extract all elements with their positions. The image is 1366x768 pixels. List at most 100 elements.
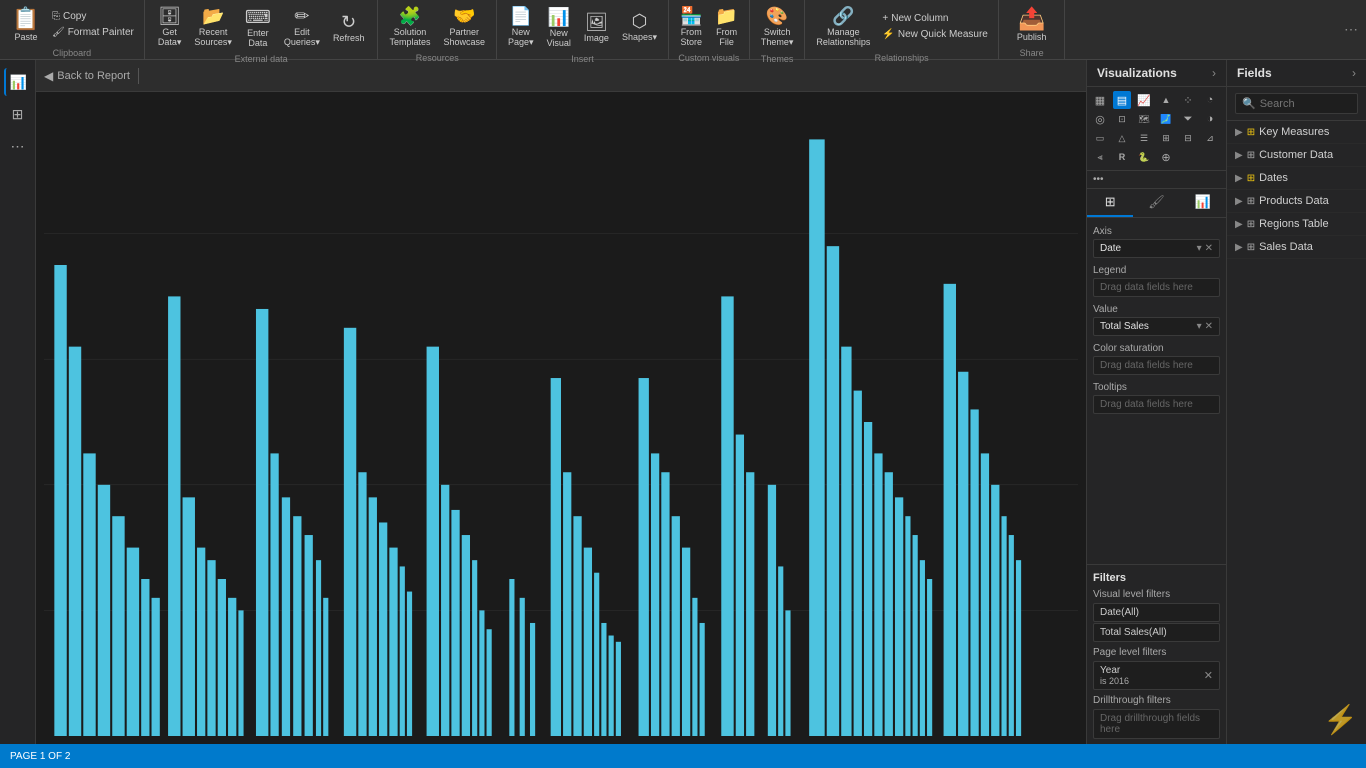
viz-analytics-tab[interactable]: 📊 [1180,189,1226,217]
field-group-key-measures: ▶ ⊞ Key Measures [1227,121,1366,144]
manage-relationships-button[interactable]: 🔗 Manage Relationships [811,4,875,49]
edit-queries-button[interactable]: ✏ Edit Queries▾ [279,4,325,50]
enter-data-button[interactable]: ⌨ Enter Data [240,5,276,50]
left-nav: 📊 ⊞ ⋯ [0,60,36,744]
viz-icon-line[interactable]: 📈 [1135,91,1153,109]
fields-expand-icon[interactable]: › [1352,66,1356,80]
field-group-products-data: ▶ ⊞ Products Data [1227,190,1366,213]
color-saturation-drop-zone[interactable]: Drag data fields here [1093,356,1220,375]
viz-icon-scatter[interactable]: ⁘ [1179,91,1197,109]
more-options-button[interactable]: ⋯ [1336,0,1366,59]
viz-icon-pie[interactable]: ◔ [1201,91,1219,109]
ribbon-section-relationships: 🔗 Manage Relationships +New Column ⚡New … [805,0,999,59]
filter-total-sales-all[interactable]: Total Sales(All) [1093,623,1220,642]
viz-icon-map[interactable]: 🗺 [1135,110,1153,128]
ribbon-section-custom-visuals: 🏪 From Store 📁 From File Custom visuals [669,0,750,59]
field-group-sales-data: ▶ ⊞ Sales Data [1227,236,1366,259]
field-group-header-sales-data[interactable]: ▶ ⊞ Sales Data [1227,236,1366,258]
viz-icon-treemap[interactable]: ⊡ [1113,110,1131,128]
filter-year-chip[interactable]: Year is 2016 ✕ [1093,661,1220,690]
share-label: Share [999,48,1065,61]
paste-button[interactable]: 📋 Paste [6,4,46,44]
ribbon: 📋 Paste ⎘Copy 🖌Format Painter Clipboard … [0,0,1366,60]
viz-icon-python[interactable]: 🐍 [1135,148,1153,166]
partner-showcase-button[interactable]: 🤝 Partner Showcase [438,4,490,49]
viz-icon-funnel[interactable]: ⏷ [1179,110,1197,128]
viz-format-tab[interactable]: 🖌 [1133,189,1179,217]
viz-icon-waterfall[interactable]: ⊿ [1201,129,1219,147]
recent-sources-button[interactable]: 📂 Recent Sources▾ [189,4,237,50]
ribbon-section-resources: 🧩 Solution Templates 🤝 Partner Showcase … [378,0,497,59]
viz-icon-column[interactable]: ▤ [1113,91,1131,109]
viz-icon-card[interactable]: ▭ [1091,129,1109,147]
refresh-button[interactable]: ↻ Refresh [328,10,370,45]
expand-icon-regions-table: ▶ [1235,219,1243,230]
axis-field[interactable]: Date ▾ ✕ [1093,239,1220,258]
right-panel: Visualizations › Fields › ▦ ▤ 📈 ▲ ⁘ ◔ ◎ … [1086,60,1366,744]
field-group-header-products-data[interactable]: ▶ ⊞ Products Data [1227,190,1366,212]
table-icon-customer-data: ⊞ [1247,150,1255,161]
bar-chart [44,108,1078,736]
fields-search-input[interactable] [1260,98,1351,110]
color-saturation-section: Color saturation Drag data fields here [1093,339,1220,375]
viz-more-button[interactable]: ••• [1087,171,1226,188]
new-visual-button[interactable]: 📊 New Visual [542,5,576,50]
axis-remove-icon[interactable]: ✕ [1205,243,1213,254]
table-icon-key-measures: ⊞ [1247,127,1255,138]
viz-icon-table[interactable]: ⊞ [1157,129,1175,147]
field-group-header-regions-table[interactable]: ▶ ⊞ Regions Table [1227,213,1366,235]
shapes-button[interactable]: ⬡ Shapes▾ [617,9,662,45]
search-icon: 🔍 [1242,97,1256,110]
value-expand-icon[interactable]: ▾ [1197,321,1202,332]
expand-icon-dates: ▶ [1235,173,1243,184]
main-area: ◀ Back to Report [36,60,1086,744]
axis-expand-icon[interactable]: ▾ [1197,243,1202,254]
field-group-header-customer-data[interactable]: ▶ ⊞ Customer Data [1227,144,1366,166]
field-group-header-dates[interactable]: ▶ ⊞ Dates [1227,167,1366,189]
viz-icon-ribbon[interactable]: ⫷ [1091,148,1109,166]
viz-icon-area[interactable]: ▲ [1157,91,1175,109]
get-data-button[interactable]: 🗄 Get Data▾ [153,4,187,50]
table-icon-dates: ⊞ [1247,173,1255,184]
solution-templates-button[interactable]: 🧩 Solution Templates [384,4,435,49]
viz-icon-slicer[interactable]: ☰ [1135,129,1153,147]
publish-button[interactable]: 📤 Publish [1009,4,1055,44]
new-column-button[interactable]: +New Column [878,11,991,26]
viz-icon-kpi[interactable]: △ [1113,129,1131,147]
nav-model-button[interactable]: ⋯ [4,132,32,160]
from-file-button[interactable]: 📁 From File [710,4,742,49]
copy-button[interactable]: ⎘Copy [48,9,138,24]
visualizations-expand-icon[interactable]: › [1212,66,1216,80]
viz-icon-gauge[interactable]: ◑ [1201,110,1219,128]
value-field[interactable]: Total Sales ▾ ✕ [1093,317,1220,336]
viz-icon-custom[interactable]: ⊕ [1157,148,1175,166]
clipboard-label: Clipboard [0,48,144,61]
drillthrough-drop-zone[interactable]: Drag drillthrough fields here [1093,709,1220,739]
filter-year-remove[interactable]: ✕ [1204,669,1213,682]
fields-panel: 🔍 ▶ ⊞ Key Measures ▶ [1227,87,1366,744]
from-store-button[interactable]: 🏪 From Store [675,4,707,49]
viz-icon-r[interactable]: R [1113,148,1131,166]
new-page-button[interactable]: 📄 New Page▾ [503,4,539,50]
value-remove-icon[interactable]: ✕ [1205,321,1213,332]
new-quick-measure-button[interactable]: ⚡New Quick Measure [878,27,991,42]
pbi-logo: ⚡ [1323,703,1358,736]
ribbon-section-insert: 📄 New Page▾ 📊 New Visual 🖼 Image ⬡ Shape… [497,0,669,59]
legend-drop-zone[interactable]: Drag data fields here [1093,278,1220,297]
viz-icon-filled-map[interactable]: 🗾 [1157,110,1175,128]
nav-report-button[interactable]: 📊 [4,68,32,96]
viz-icon-donut[interactable]: ◎ [1091,110,1109,128]
viz-fields-tab[interactable]: ⊞ [1087,189,1133,217]
switch-theme-button[interactable]: 🎨 Switch Theme▾ [756,4,799,50]
visualizations-panel-header: Visualizations › [1087,60,1227,86]
nav-data-button[interactable]: ⊞ [4,100,32,128]
tooltips-drop-zone[interactable]: Drag data fields here [1093,395,1220,414]
viz-icon-bar[interactable]: ▦ [1091,91,1109,109]
format-painter-button[interactable]: 🖌Format Painter [48,25,138,40]
viz-icon-matrix[interactable]: ⊟ [1179,129,1197,147]
filter-date-all[interactable]: Date(All) [1093,603,1220,622]
field-group-header-key-measures[interactable]: ▶ ⊞ Key Measures [1227,121,1366,143]
back-to-report-button[interactable]: ◀ Back to Report [44,69,130,83]
tooltips-section: Tooltips Drag data fields here [1093,378,1220,414]
image-button[interactable]: 🖼 Image [579,10,614,45]
